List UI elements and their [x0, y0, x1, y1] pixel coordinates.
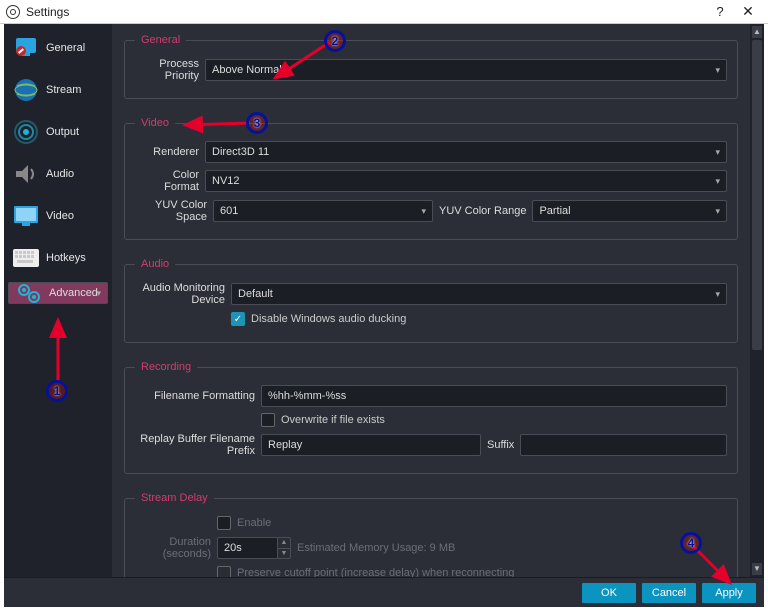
- cancel-button[interactable]: Cancel: [642, 583, 696, 603]
- vertical-scrollbar[interactable]: ▲ ▼: [750, 24, 764, 577]
- yuv-space-label: YUV Color Space: [135, 199, 207, 223]
- audio-icon: [12, 160, 40, 188]
- group-general: General Process Priority Above Normal: [124, 34, 738, 99]
- sidebar-item-label: Output: [46, 126, 79, 138]
- delay-duration-input: [217, 537, 277, 559]
- output-icon: [12, 118, 40, 146]
- overwrite-checkbox[interactable]: Overwrite if file exists: [261, 413, 385, 427]
- stream-icon: [12, 76, 40, 104]
- replay-suffix-input[interactable]: [520, 434, 727, 456]
- sidebar-item-advanced[interactable]: Advanced: [8, 282, 108, 304]
- group-video: Video Renderer Direct3D 11 Color Format …: [124, 117, 738, 240]
- stream-delay-enable-checkbox[interactable]: Enable: [217, 516, 271, 530]
- sidebar: General Stream Output: [4, 24, 112, 577]
- yuv-range-label: YUV Color Range: [439, 205, 526, 217]
- sidebar-item-label: Hotkeys: [46, 252, 86, 264]
- help-button[interactable]: ?: [706, 4, 734, 19]
- spin-up-icon: ▲: [277, 537, 291, 548]
- sidebar-item-label: Stream: [46, 84, 81, 96]
- group-recording: Recording Filename Formatting Overwrite …: [124, 361, 738, 474]
- obs-logo-icon: [6, 5, 20, 19]
- apply-button[interactable]: Apply: [702, 583, 756, 603]
- process-priority-select[interactable]: Above Normal: [205, 59, 727, 81]
- sidebar-item-label: Video: [46, 210, 74, 222]
- renderer-select[interactable]: Direct3D 11: [205, 141, 727, 163]
- scrollbar-thumb[interactable]: [752, 40, 762, 350]
- sidebar-item-video[interactable]: Video: [8, 198, 108, 234]
- checkbox-icon: [217, 566, 231, 577]
- group-legend: General: [135, 34, 186, 46]
- preserve-cutoff-checkbox: Preserve cutoff point (increase delay) w…: [217, 566, 514, 577]
- group-legend: Recording: [135, 361, 197, 373]
- close-button[interactable]: ✕: [734, 3, 762, 20]
- color-format-label: Color Format: [135, 169, 199, 193]
- sidebar-item-label: Advanced: [49, 287, 98, 299]
- checkbox-icon: ✓: [231, 312, 245, 326]
- group-stream-delay: Stream Delay Enable Duration (seconds): [124, 492, 738, 577]
- stream-delay-enable-label: Enable: [237, 517, 271, 529]
- hotkeys-icon: [12, 244, 40, 272]
- renderer-label: Renderer: [135, 146, 199, 158]
- scroll-down-icon[interactable]: ▼: [752, 563, 762, 575]
- sidebar-item-label: General: [46, 42, 85, 54]
- general-icon: [12, 34, 40, 62]
- window-title: Settings: [26, 5, 69, 19]
- filename-format-label: Filename Formatting: [135, 390, 255, 402]
- sidebar-item-output[interactable]: Output: [8, 114, 108, 150]
- sidebar-item-audio[interactable]: Audio: [8, 156, 108, 192]
- sidebar-item-general[interactable]: General: [8, 30, 108, 66]
- yuv-range-select[interactable]: Partial: [532, 200, 727, 222]
- overwrite-label: Overwrite if file exists: [281, 414, 385, 426]
- replay-prefix-input[interactable]: [261, 434, 481, 456]
- preserve-cutoff-label: Preserve cutoff point (increase delay) w…: [237, 567, 514, 577]
- spin-down-icon: ▼: [277, 548, 291, 559]
- replay-suffix-label: Suffix: [487, 439, 514, 451]
- group-legend: Video: [135, 117, 175, 129]
- audio-monitor-select[interactable]: Default: [231, 283, 727, 305]
- group-legend: Stream Delay: [135, 492, 214, 504]
- color-format-select[interactable]: NV12: [205, 170, 727, 192]
- delay-duration-label: Duration (seconds): [135, 536, 211, 560]
- video-icon: [12, 202, 40, 230]
- audio-monitor-label: Audio Monitoring Device: [135, 282, 225, 306]
- group-audio: Audio Audio Monitoring Device Default ✓ …: [124, 258, 738, 343]
- ok-button[interactable]: OK: [582, 583, 636, 603]
- advanced-icon: [15, 279, 43, 307]
- checkbox-icon: [217, 516, 231, 530]
- filename-format-input[interactable]: [261, 385, 727, 407]
- process-priority-label: Process Priority: [135, 58, 199, 82]
- audio-ducking-checkbox[interactable]: ✓ Disable Windows audio ducking: [231, 312, 406, 326]
- scroll-up-icon[interactable]: ▲: [752, 26, 762, 38]
- checkbox-icon: [261, 413, 275, 427]
- group-legend: Audio: [135, 258, 175, 270]
- delay-memory-label: Estimated Memory Usage: 9 MB: [297, 542, 455, 554]
- sidebar-item-label: Audio: [46, 168, 74, 180]
- replay-prefix-label: Replay Buffer Filename Prefix: [135, 433, 255, 457]
- audio-ducking-label: Disable Windows audio ducking: [251, 313, 406, 325]
- sidebar-item-hotkeys[interactable]: Hotkeys: [8, 240, 108, 276]
- settings-content: General Process Priority Above Normal Vi…: [112, 24, 750, 577]
- titlebar: Settings ? ✕: [0, 0, 768, 24]
- yuv-space-select[interactable]: 601: [213, 200, 433, 222]
- dialog-footer: OK Cancel Apply: [4, 577, 764, 607]
- delay-duration-spinner: ▲▼: [217, 537, 291, 559]
- sidebar-item-stream[interactable]: Stream: [8, 72, 108, 108]
